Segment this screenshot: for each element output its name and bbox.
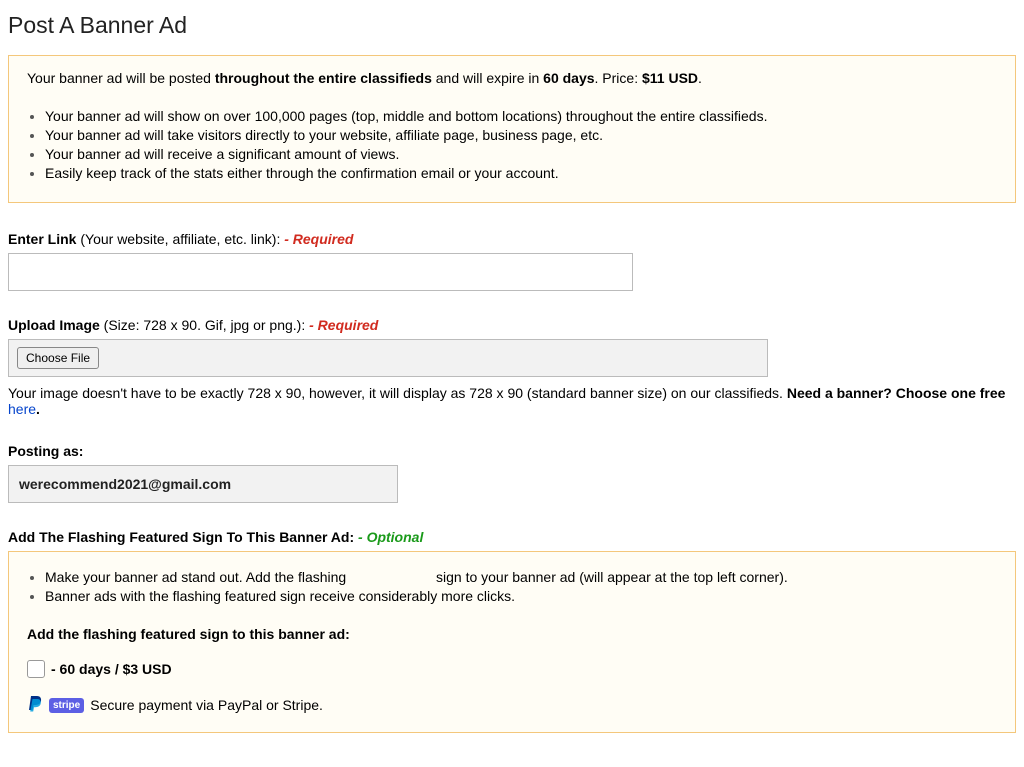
label-bold: Upload Image	[8, 317, 100, 333]
text-bold: 60 days	[543, 70, 594, 86]
text-bold: throughout the entire classifieds	[215, 70, 432, 86]
text: Your banner ad will be posted	[27, 70, 215, 86]
upload-image-label: Upload Image (Size: 728 x 90. Gif, jpg o…	[8, 317, 1016, 333]
link-input[interactable]	[8, 253, 633, 291]
list-item: Easily keep track of the stats either th…	[45, 165, 997, 181]
payment-row: stripe Secure payment via PayPal or Stri…	[27, 696, 997, 714]
label-rest: (Your website, affiliate, etc. link):	[76, 231, 284, 247]
posting-as-value: werecommend2021@gmail.com	[8, 465, 398, 503]
text: . Price:	[595, 70, 642, 86]
required-tag: - Required	[309, 317, 378, 333]
featured-bullets: Make your banner ad stand out. Add the f…	[27, 569, 997, 604]
posting-as-section: Posting as: werecommend2021@gmail.com	[8, 443, 1016, 503]
label-bold: Add The Flashing Featured Sign To This B…	[8, 529, 358, 545]
text: and will expire in	[432, 70, 543, 86]
info-box: Your banner ad will be posted throughout…	[8, 55, 1016, 203]
text-bold: $11 USD	[642, 70, 698, 86]
upload-hint: Your image doesn't have to be exactly 72…	[8, 385, 1016, 417]
info-bullets: Your banner ad will show on over 100,000…	[27, 108, 997, 181]
text: .	[698, 70, 702, 86]
text: Make your banner ad stand out. Add the f…	[45, 569, 350, 585]
choose-file-button[interactable]: Choose File	[17, 347, 99, 369]
featured-section: Add The Flashing Featured Sign To This B…	[8, 529, 1016, 733]
optional-tag: - Optional	[358, 529, 423, 545]
featured-checkbox[interactable]	[27, 660, 45, 678]
featured-price-label: - 60 days / $3 USD	[51, 661, 172, 677]
list-item: Your banner ad will take visitors direct…	[45, 127, 997, 143]
free-banner-link[interactable]: here	[8, 401, 36, 417]
info-intro: Your banner ad will be posted throughout…	[27, 70, 997, 86]
featured-heading: Add The Flashing Featured Sign To This B…	[8, 529, 1016, 545]
paypal-icon	[27, 696, 43, 714]
featured-subheading: Add the flashing featured sign to this b…	[27, 626, 997, 642]
enter-link-section: Enter Link (Your website, affiliate, etc…	[8, 231, 1016, 291]
featured-checkbox-row: - 60 days / $3 USD	[27, 660, 997, 678]
list-item: Your banner ad will show on over 100,000…	[45, 108, 997, 124]
page-title: Post A Banner Ad	[8, 12, 1016, 39]
stripe-icon: stripe	[49, 698, 84, 713]
upload-image-section: Upload Image (Size: 728 x 90. Gif, jpg o…	[8, 317, 1016, 417]
label-rest: (Size: 728 x 90. Gif, jpg or png.):	[100, 317, 309, 333]
posting-as-label: Posting as:	[8, 443, 1016, 459]
upload-box: Choose File	[8, 339, 768, 377]
payment-text: Secure payment via PayPal or Stripe.	[90, 697, 323, 713]
required-tag: - Required	[284, 231, 353, 247]
label-bold: Enter Link	[8, 231, 76, 247]
hint-end: .	[36, 401, 40, 417]
list-item: Banner ads with the flashing featured si…	[45, 588, 997, 604]
list-item: Make your banner ad stand out. Add the f…	[45, 569, 997, 585]
hint-text: Your image doesn't have to be exactly 72…	[8, 385, 787, 401]
enter-link-label: Enter Link (Your website, affiliate, etc…	[8, 231, 1016, 247]
featured-box: Make your banner ad stand out. Add the f…	[8, 551, 1016, 733]
list-item: Your banner ad will receive a significan…	[45, 146, 997, 162]
hint-bold: Need a banner? Choose one free	[787, 385, 1006, 401]
text: sign to your banner ad (will appear at t…	[436, 569, 788, 585]
